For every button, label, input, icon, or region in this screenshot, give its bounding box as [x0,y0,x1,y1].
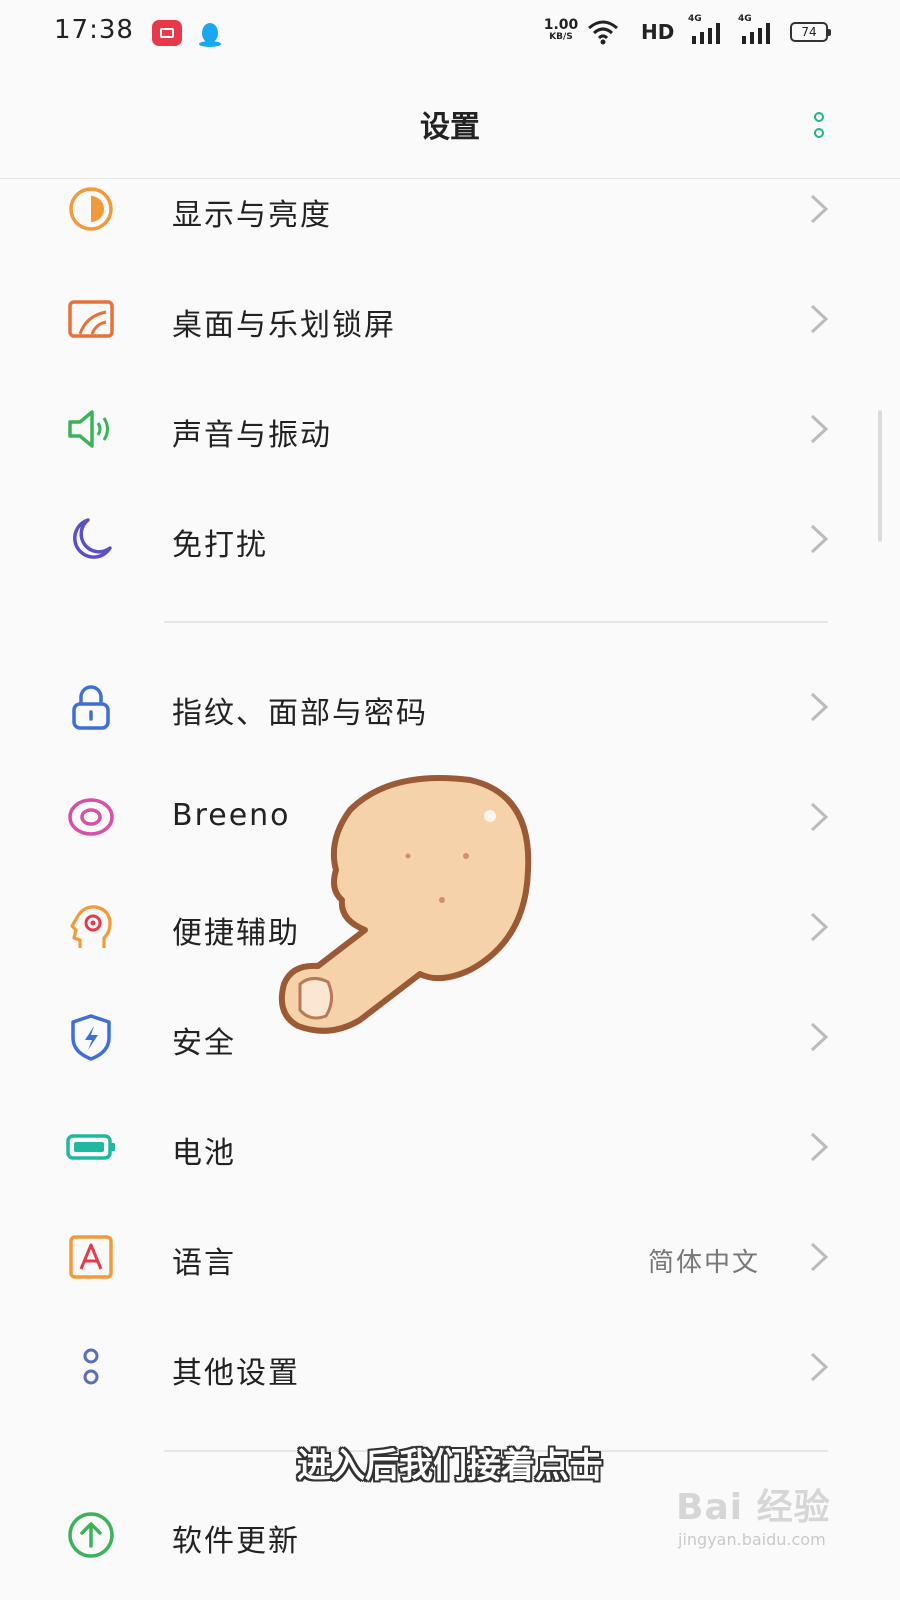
moon-icon [73,518,112,559]
battery-indicator: 74 [790,22,831,42]
settings-item-do-not-disturb[interactable]: 免打扰 [0,484,900,594]
page-title: 设置 [420,110,480,145]
section-divider [164,621,828,623]
chevron-right-icon [810,194,829,224]
lock-icon [72,685,110,730]
shield-bolt-icon [71,1014,111,1061]
status-bar: 17:38 1.00 KB/S HD 4G 4G 74 [0,0,900,66]
two-dots-icon [83,1348,99,1385]
more-options-button[interactable] [806,106,834,146]
battery-icon [66,1134,115,1160]
hd-indicator: HD [641,20,675,44]
settings-item-other[interactable]: 其他设置 [0,1312,900,1422]
chevron-right-icon [810,304,829,334]
settings-item-label: 电池 [172,1136,236,1171]
settings-item-battery[interactable]: 电池 [0,1092,900,1202]
qq-penguin-icon [196,20,224,47]
speaker-icon [68,410,109,448]
settings-item-label: 显示与亮度 [172,198,332,233]
settings-item-label: 软件更新 [172,1524,300,1559]
display-brightness-icon [69,187,113,231]
settings-item-language[interactable]: 语言 简体中文 [0,1202,900,1312]
chevron-right-icon [810,1132,829,1162]
settings-item-label: 指纹、面部与密码 [172,696,428,731]
wallpaper-icon [68,300,114,338]
settings-item-label: 其他设置 [172,1356,300,1391]
more-dot-icon [814,128,824,138]
settings-item-security-passwords[interactable]: 指纹、面部与密码 [0,652,900,762]
more-dot-icon [814,112,824,122]
chevron-right-icon [810,802,829,832]
watermark-url: jingyan.baidu.com [678,1530,826,1549]
chevron-right-icon [810,524,829,554]
screen-record-icon [152,20,182,46]
signal-strength-icon [742,23,770,44]
wifi-icon [588,20,618,45]
settings-item-wallpaper[interactable]: 桌面与乐划锁屏 [0,264,900,374]
settings-item-display[interactable]: 显示与亮度 [0,154,900,264]
chevron-right-icon [810,1352,829,1382]
settings-item-label: 免打扰 [172,528,268,563]
settings-item-sound[interactable]: 声音与振动 [0,374,900,484]
settings-item-label: 语言 [172,1246,236,1281]
watermark-brand: Bai 经验 [676,1487,831,1528]
head-gear-icon [70,905,112,948]
settings-item-label: 桌面与乐划锁屏 [172,308,396,343]
chevron-right-icon [810,414,829,444]
scrollbar[interactable] [878,410,882,542]
upload-arrow-icon [68,1512,114,1558]
baidu-jingyan-watermark: Bai 经验 jingyan.baidu.com [676,1478,846,1568]
signal-strength-icon [692,23,720,44]
pointing-hand-icon [278,775,532,1034]
network-speed-value: 1.00 [543,17,579,33]
status-time: 17:38 [54,15,134,45]
chevron-right-icon [810,1022,829,1052]
settings-item-label: 声音与振动 [172,418,332,453]
language-current-value: 简体中文 [647,1248,760,1278]
chevron-right-icon [810,1242,829,1272]
chevron-right-icon [810,912,829,942]
network-speed: 1.00 KB/S [540,17,582,43]
breeno-icon [68,798,114,836]
settings-item-label: 安全 [172,1026,236,1061]
letter-a-icon [69,1235,113,1279]
chevron-right-icon [810,692,829,722]
